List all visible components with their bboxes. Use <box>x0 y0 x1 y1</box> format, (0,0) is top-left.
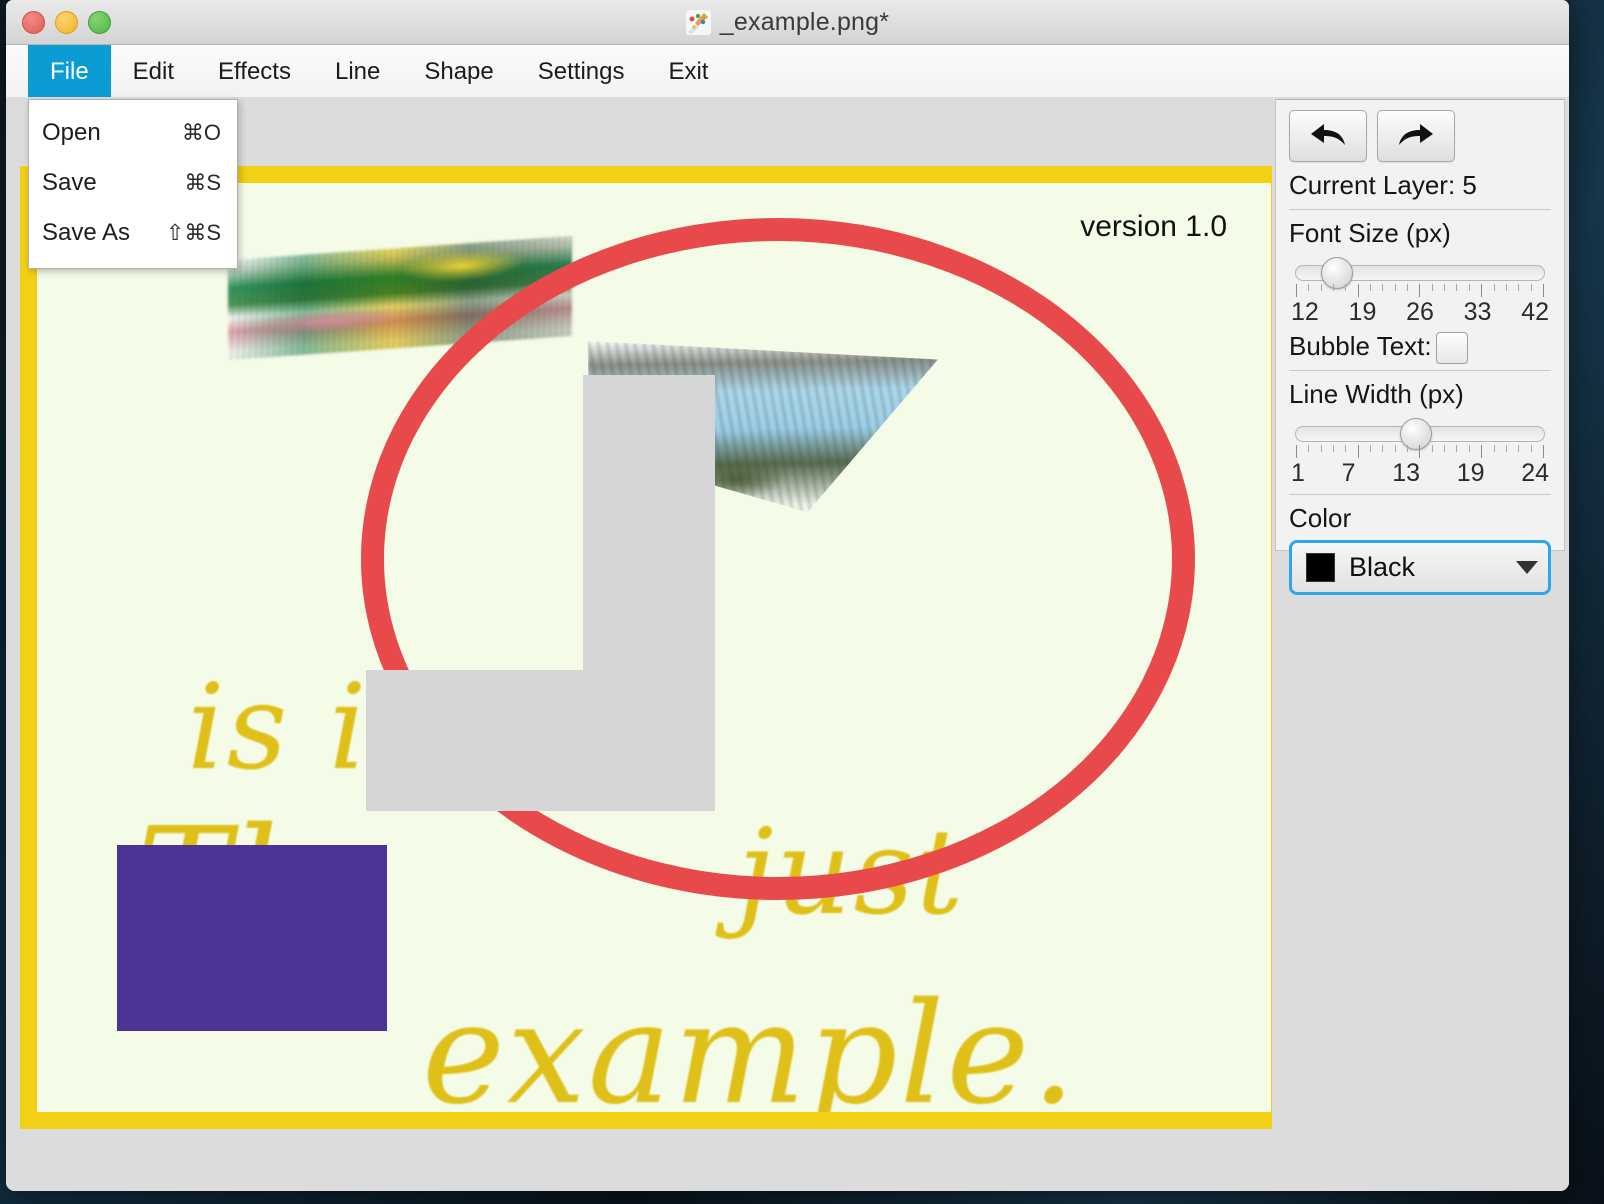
window-title: _example.png* <box>719 7 890 36</box>
menu-file[interactable]: File <box>28 45 111 98</box>
tool-panel: Current Layer: 5 Font Size (px) 12 19 26… <box>1272 97 1569 1191</box>
menu-exit[interactable]: Exit <box>646 45 730 98</box>
font-size-tick-labels: 12 19 26 33 42 <box>1291 298 1549 329</box>
application-window: _example.png* File Edit Effects Line Sha… <box>6 0 1569 1191</box>
redo-button[interactable] <box>1377 110 1455 162</box>
workspace: is is Th just example. version 1.0 <box>6 97 1569 1191</box>
menu-shape[interactable]: Shape <box>402 45 515 98</box>
close-button[interactable] <box>22 11 45 34</box>
minimize-button[interactable] <box>55 11 78 34</box>
paint-brush-icon <box>685 9 711 35</box>
menu-item-open-label: Open <box>42 119 101 146</box>
font-size-tick-12: 12 <box>1291 298 1319 326</box>
menu-item-save-as-shortcut: ⇧⌘S <box>165 220 221 245</box>
menu-bar: File Edit Effects Line Shape Settings Ex… <box>6 45 1569 99</box>
gray-rectangle-horizontal[interactable] <box>366 670 715 811</box>
font-size-tick-42: 42 <box>1521 298 1549 326</box>
bubble-text-label: Bubble Text: <box>1289 331 1432 361</box>
line-width-slider[interactable]: 1 7 13 19 24 <box>1289 414 1551 490</box>
menu-item-save[interactable]: Save ⌘S <box>29 158 237 208</box>
current-layer-label: Current Layer: 5 <box>1289 170 1477 200</box>
undo-button[interactable] <box>1289 110 1367 162</box>
line-width-track[interactable] <box>1295 418 1545 450</box>
file-menu-dropdown: Open ⌘O Save ⌘S Save As ⇧⌘S <box>28 99 238 269</box>
divider-1 <box>1289 209 1551 210</box>
color-dropdown[interactable]: Black <box>1289 540 1551 595</box>
undo-redo-row <box>1289 110 1551 162</box>
redo-arrow-icon <box>1397 121 1435 152</box>
purple-rectangle-shape[interactable] <box>117 845 387 1031</box>
color-swatch <box>1306 553 1335 582</box>
line-width-tick-labels: 1 7 13 19 24 <box>1291 459 1549 490</box>
font-size-tick-26: 26 <box>1406 298 1434 326</box>
line-width-ticks <box>1296 445 1544 459</box>
color-selected-label: Black <box>1349 552 1416 582</box>
menu-item-save-label: Save <box>42 169 97 196</box>
bubble-text-row: Bubble Text: <box>1289 329 1551 366</box>
menu-line[interactable]: Line <box>313 45 402 98</box>
version-text[interactable]: version 1.0 <box>1080 210 1227 244</box>
menu-edit[interactable]: Edit <box>111 45 196 98</box>
line-width-tick-1: 1 <box>1291 459 1305 487</box>
menu-item-save-shortcut: ⌘S <box>184 170 221 195</box>
line-width-tick-24: 24 <box>1521 459 1549 487</box>
divider-3 <box>1289 494 1551 495</box>
line-width-tick-7: 7 <box>1341 459 1356 487</box>
font-size-label: Font Size (px) <box>1289 218 1451 248</box>
bubble-text-checkbox[interactable] <box>1435 331 1468 364</box>
menu-item-open[interactable]: Open ⌘O <box>29 108 237 158</box>
title-container: _example.png* <box>6 0 1569 44</box>
line-width-label: Line Width (px) <box>1289 379 1464 409</box>
color-label: Color <box>1289 503 1352 533</box>
menu-item-open-shortcut: ⌘O <box>181 120 221 145</box>
screen: _example.png* File Edit Effects Line Sha… <box>0 0 1604 1204</box>
status-bar <box>6 1135 1569 1191</box>
line-width-tick-19: 19 <box>1456 459 1485 487</box>
zoom-button[interactable] <box>88 11 111 34</box>
tool-panel-content: Current Layer: 5 Font Size (px) 12 19 26… <box>1275 99 1565 595</box>
canvas-text-line-4[interactable]: example. <box>422 973 1078 1112</box>
canvas-artwork: is is Th just example. version 1.0 <box>37 183 1271 1112</box>
menu-item-save-as[interactable]: Save As ⇧⌘S <box>29 208 237 258</box>
image-canvas[interactable]: is is Th just example. version 1.0 <box>20 166 1272 1129</box>
title-bar[interactable]: _example.png* <box>6 0 1569 45</box>
font-size-track[interactable] <box>1295 257 1545 289</box>
font-size-slider[interactable]: 12 19 26 33 42 <box>1289 253 1551 329</box>
line-width-tick-13: 13 <box>1392 459 1420 487</box>
font-size-ticks <box>1296 284 1544 298</box>
undo-arrow-icon <box>1309 121 1347 152</box>
menu-item-save-as-label: Save As <box>42 219 131 246</box>
chevron-down-icon[interactable] <box>1516 561 1538 574</box>
window-controls <box>22 11 111 34</box>
font-size-tick-33: 33 <box>1463 298 1492 326</box>
divider-2 <box>1289 370 1551 371</box>
font-size-tick-19: 19 <box>1348 298 1377 326</box>
menu-effects[interactable]: Effects <box>196 45 313 98</box>
menu-settings[interactable]: Settings <box>516 45 647 98</box>
